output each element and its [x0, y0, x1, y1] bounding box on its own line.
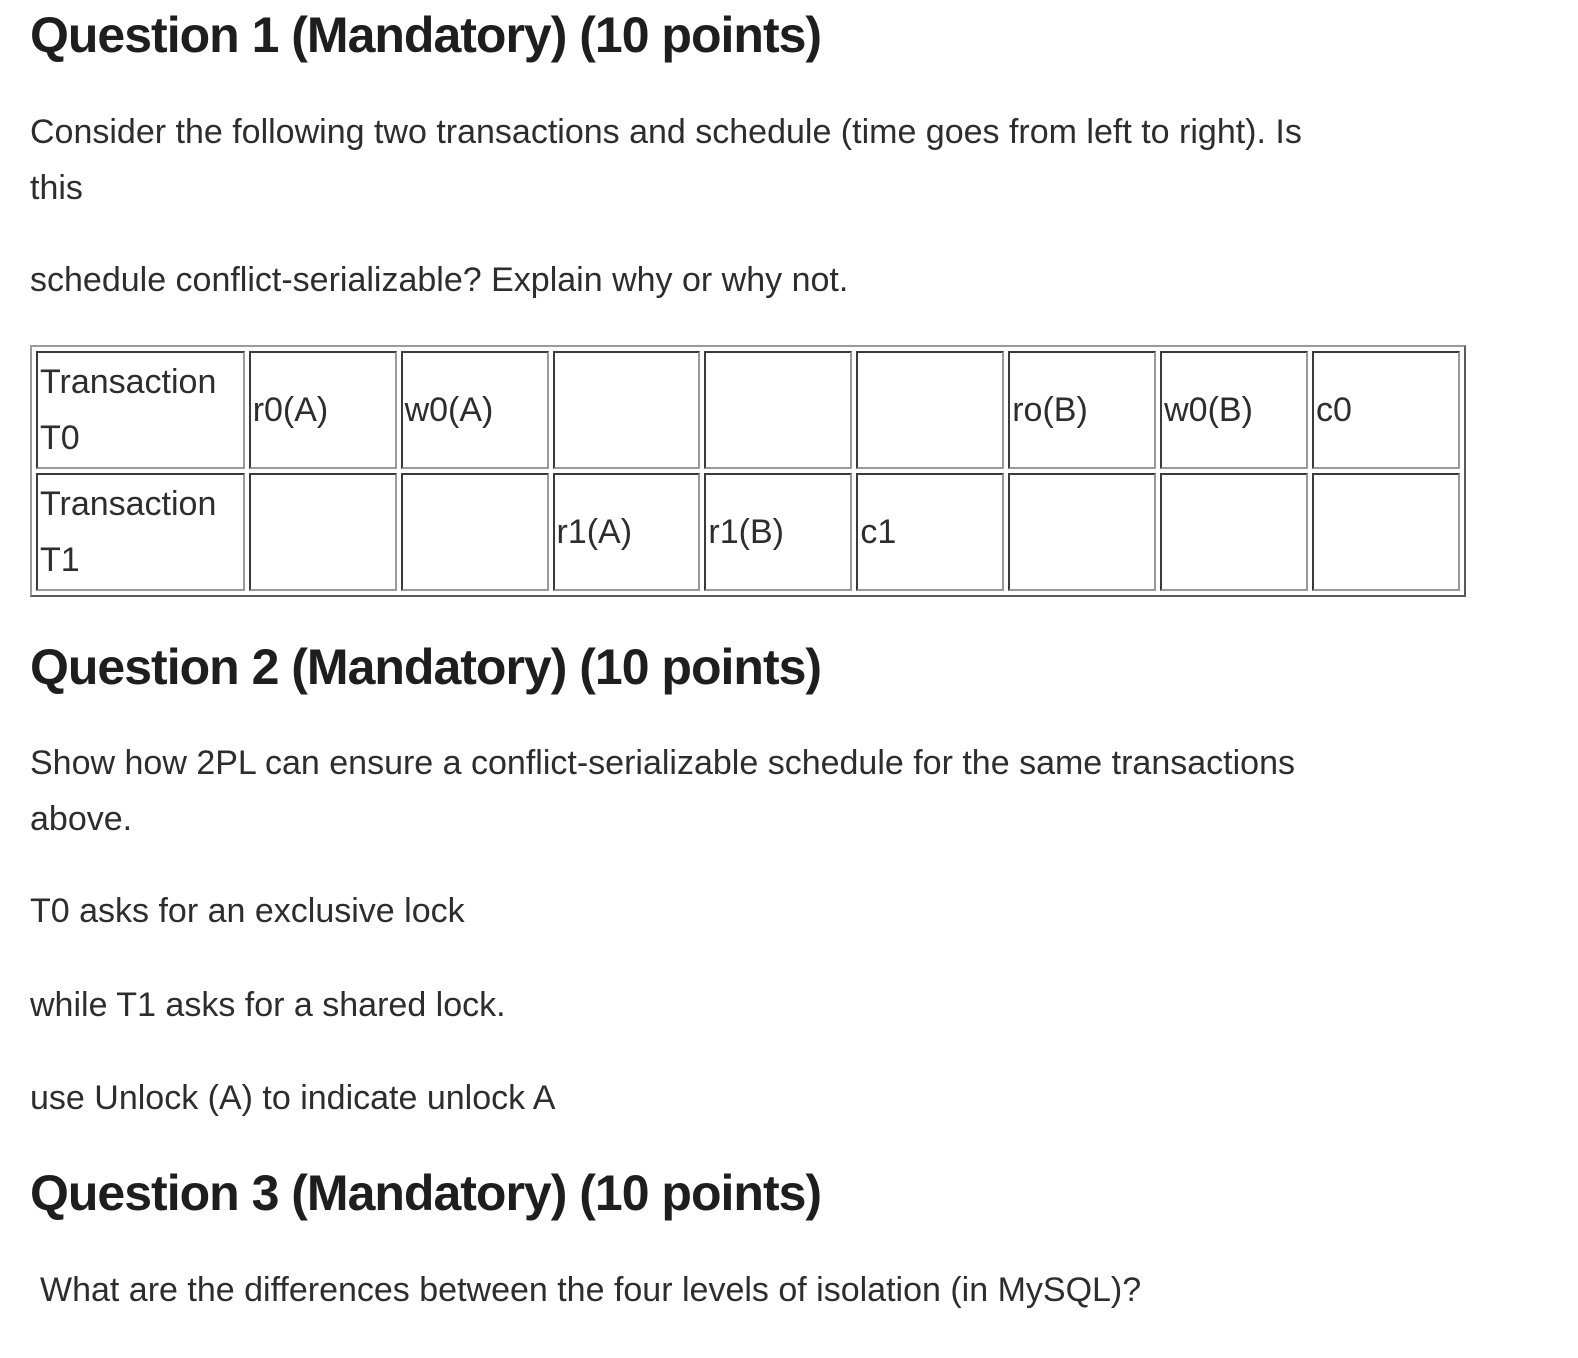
question-2-title: Question 2 (Mandatory) (10 points) [30, 639, 822, 695]
question-2-prompt-line-2: above. [30, 800, 133, 838]
schedule-cell [856, 351, 1005, 469]
schedule-cell: w0(A) [400, 351, 549, 469]
question-1-prompt: Consider the following two transactions … [30, 104, 1302, 216]
question-1-prompt-continued: schedule conflict-serializable? Explain … [30, 261, 849, 299]
row-label-t1: Transaction T1 [36, 473, 245, 591]
schedule-cell: c0 [1312, 351, 1460, 469]
row-label-t0: Transaction T0 [36, 351, 245, 469]
question-2-hint-unlock: use Unlock (A) to indicate unlock A [30, 1079, 556, 1117]
schedule-cell [1160, 473, 1309, 591]
question-1-title: Question 1 (Mandatory) (10 points) [30, 7, 822, 63]
schedule-cell [1312, 473, 1460, 591]
table-row-t1: Transaction T1 r1(A) r1(B) c1 [36, 473, 1460, 591]
table-row-t0: Transaction T0 r0(A) w0(A) ro(B) w0(B) c… [36, 351, 1460, 469]
schedule-cell: c1 [856, 473, 1005, 591]
schedule-cell [1008, 473, 1157, 591]
question-3-prompt: What are the differences between the fou… [40, 1271, 1142, 1309]
schedule-cell: r1(A) [552, 473, 701, 591]
question-2-hint-exclusive-lock: T0 asks for an exclusive lock [30, 892, 465, 930]
question-1-prompt-line-1: Consider the following two transactions … [30, 113, 1302, 151]
schedule-cell [552, 351, 701, 469]
schedule-table: Transaction T0 r0(A) w0(A) ro(B) w0(B) c… [30, 345, 1466, 597]
schedule-cell: r1(B) [704, 473, 853, 591]
question-2-prompt-line-1: Show how 2PL can ensure a conflict-seria… [30, 744, 1295, 782]
schedule-cell [400, 473, 549, 591]
schedule-cell: w0(B) [1160, 351, 1309, 469]
question-2-hint-shared-lock: while T1 asks for a shared lock. [30, 986, 506, 1024]
schedule-cell: r0(A) [248, 351, 397, 469]
schedule-cell [248, 473, 397, 591]
question-2-prompt: Show how 2PL can ensure a conflict-seria… [30, 735, 1295, 847]
question-1-prompt-line-2: this [30, 169, 83, 207]
schedule-cell [704, 351, 853, 469]
question-3-title: Question 3 (Mandatory) (10 points) [30, 1165, 822, 1221]
schedule-cell: ro(B) [1008, 351, 1157, 469]
